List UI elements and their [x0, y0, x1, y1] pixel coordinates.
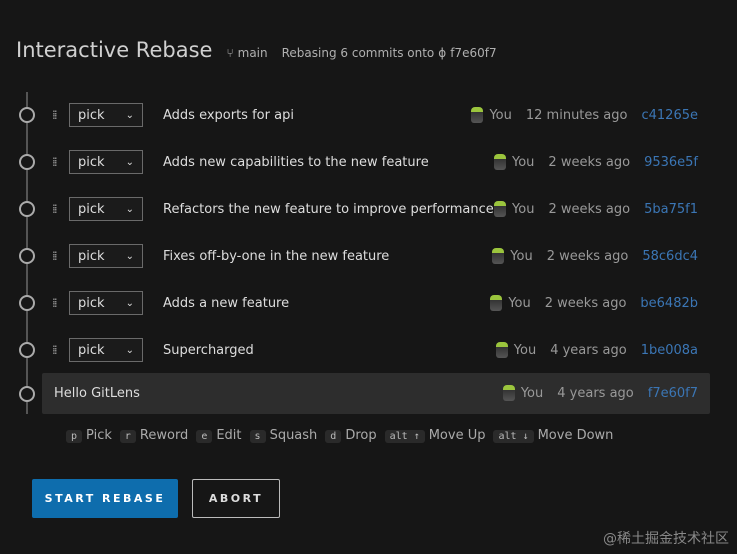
commit-row[interactable]: ⁞⁞ pick⌄ Adds new capabilities to the ne…	[0, 142, 737, 182]
commit-date: 2 weeks ago	[545, 296, 627, 311]
key-badge: alt ↓	[493, 430, 533, 443]
commit-message: Adds new capabilities to the new feature	[163, 155, 429, 170]
commit-hash[interactable]: 9536e5f	[644, 155, 698, 170]
action-select[interactable]: pick⌄	[69, 150, 143, 174]
commit-date: 2 weeks ago	[547, 249, 629, 264]
key-badge: p	[66, 430, 82, 443]
commit-node-icon	[19, 386, 35, 402]
header: Interactive Rebase ⑂main Rebasing 6 comm…	[16, 38, 497, 62]
start-rebase-button[interactable]: START REBASE	[32, 479, 178, 518]
action-select[interactable]: pick⌄	[69, 244, 143, 268]
commit-hash[interactable]: c41265e	[641, 108, 698, 123]
avatar	[471, 107, 483, 123]
drag-handle-icon[interactable]: ⁞⁞	[52, 347, 60, 353]
drag-handle-icon[interactable]: ⁞⁞	[52, 300, 60, 306]
chevron-down-icon: ⌄	[126, 110, 134, 121]
commit-date: 12 minutes ago	[526, 108, 628, 123]
avatar	[503, 385, 515, 401]
action-select[interactable]: pick⌄	[69, 291, 143, 315]
author: You	[490, 295, 530, 311]
avatar	[496, 342, 508, 358]
commit-message: Adds a new feature	[163, 296, 289, 311]
chevron-down-icon: ⌄	[126, 157, 134, 168]
commit-date: 4 years ago	[550, 343, 626, 358]
commit-row[interactable]: ⁞⁞ pick⌄ Refactors the new feature to im…	[0, 189, 737, 229]
commit-date: 4 years ago	[557, 386, 633, 401]
avatar	[494, 154, 506, 170]
author: You	[496, 342, 536, 358]
drag-handle-icon[interactable]: ⁞⁞	[52, 206, 60, 212]
commit-node-icon	[19, 248, 35, 264]
git-branch-icon: ⑂	[226, 46, 233, 60]
shortcut-drop: dDrop	[325, 428, 376, 443]
commit-row[interactable]: ⁞⁞ pick⌄ Fixes off-by-one in the new fea…	[0, 236, 737, 276]
key-badge: d	[325, 430, 341, 443]
action-select[interactable]: pick⌄	[69, 338, 143, 362]
shortcut-pick: pPick	[66, 428, 112, 443]
drag-handle-icon[interactable]: ⁞⁞	[52, 253, 60, 259]
commit-node-icon	[19, 201, 35, 217]
chevron-down-icon: ⌄	[126, 251, 134, 262]
commit-message: Hello GitLens	[54, 386, 140, 401]
base-commit-row: Hello GitLens You 4 years ago f7e60f7	[42, 373, 710, 414]
author: You	[494, 154, 534, 170]
commit-row[interactable]: ⁞⁞ pick⌄ Supercharged You 4 years ago 1b…	[0, 330, 737, 370]
action-select[interactable]: pick⌄	[69, 197, 143, 221]
action-select[interactable]: pick⌄	[69, 103, 143, 127]
commit-node-icon	[19, 107, 35, 123]
commit-hash[interactable]: f7e60f7	[648, 386, 698, 401]
key-badge: e	[196, 430, 212, 443]
shortcut-move-down: alt ↓Move Down	[493, 428, 613, 443]
commit-message: Refactors the new feature to improve per…	[163, 202, 494, 217]
key-badge: alt ↑	[385, 430, 425, 443]
commit-row[interactable]: ⁞⁞ pick⌄ Adds exports for api You 12 min…	[0, 95, 737, 135]
author: You	[492, 248, 532, 264]
avatar	[494, 201, 506, 217]
shortcut-reword: rReword	[120, 428, 188, 443]
commit-date: 2 weeks ago	[548, 202, 630, 217]
git-commit-icon: ϕ	[438, 46, 446, 60]
commit-message: Fixes off-by-one in the new feature	[163, 249, 389, 264]
drag-handle-icon[interactable]: ⁞⁞	[52, 159, 60, 165]
abort-button[interactable]: ABORT	[192, 479, 280, 518]
commit-hash[interactable]: 1be008a	[641, 343, 698, 358]
commit-node-icon	[19, 295, 35, 311]
chevron-down-icon: ⌄	[126, 298, 134, 309]
author: You	[494, 201, 534, 217]
commit-hash[interactable]: be6482b	[640, 296, 698, 311]
commit-date: 2 weeks ago	[548, 155, 630, 170]
chevron-down-icon: ⌄	[126, 345, 134, 356]
commit-row[interactable]: ⁞⁞ pick⌄ Adds a new feature You 2 weeks …	[0, 283, 737, 323]
page-title: Interactive Rebase	[16, 38, 212, 62]
commit-node-icon	[19, 154, 35, 170]
watermark: @稀土掘金技术社区	[603, 528, 729, 548]
branch: ⑂main	[226, 46, 267, 60]
drag-handle-icon[interactable]: ⁞⁞	[52, 112, 60, 118]
commit-message: Adds exports for api	[163, 108, 294, 123]
rebase-status: Rebasing 6 commits onto ϕf7e60f7	[282, 46, 497, 60]
shortcut-legend: pPick rReword eEdit sSquash dDrop alt ↑Move U…	[66, 428, 613, 443]
avatar	[490, 295, 502, 311]
commit-hash[interactable]: 5ba75f1	[644, 202, 698, 217]
commit-node-icon	[19, 342, 35, 358]
key-badge: s	[250, 430, 266, 443]
avatar	[492, 248, 504, 264]
shortcut-squash: sSquash	[250, 428, 318, 443]
commit-hash[interactable]: 58c6dc4	[642, 249, 698, 264]
author: You	[503, 385, 543, 401]
shortcut-move-up: alt ↑Move Up	[385, 428, 486, 443]
author: You	[471, 107, 511, 123]
commit-message: Supercharged	[163, 343, 254, 358]
chevron-down-icon: ⌄	[126, 204, 134, 215]
shortcut-edit: eEdit	[196, 428, 241, 443]
key-badge: r	[120, 430, 136, 443]
